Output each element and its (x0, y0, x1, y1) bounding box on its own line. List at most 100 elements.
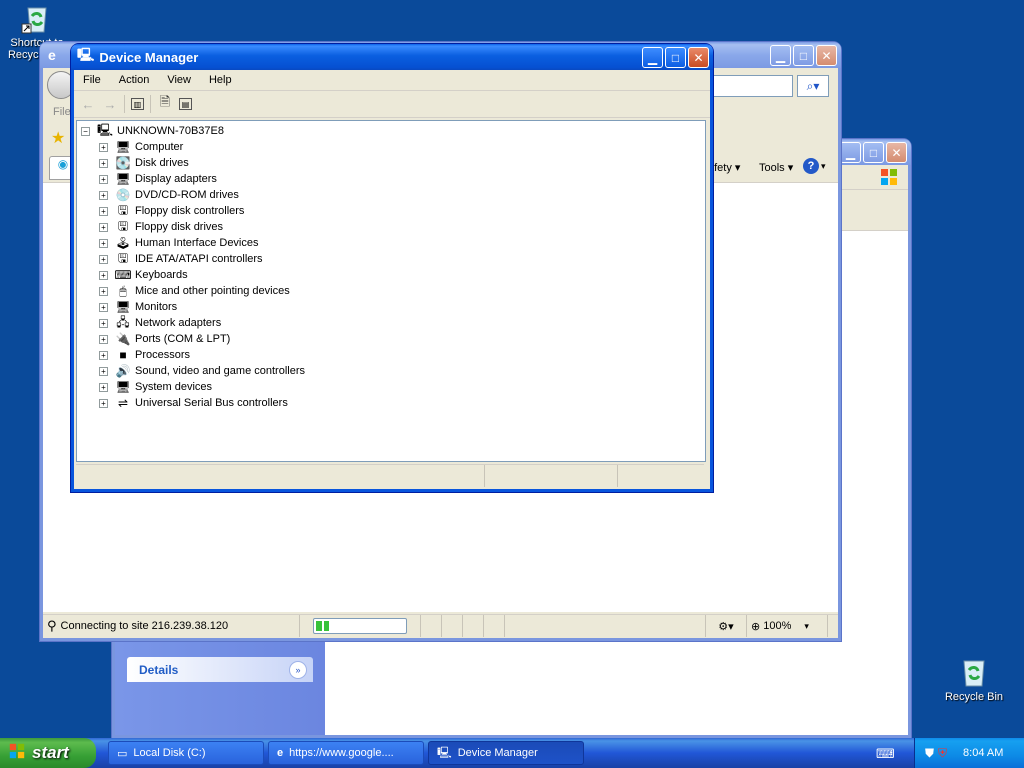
desktop-recycle-bin[interactable]: Recycle Bin (939, 656, 1009, 703)
maximize-button[interactable]: □ (863, 142, 884, 163)
minimize-button[interactable]: ▁ (840, 142, 861, 163)
expand-icon[interactable]: + (99, 254, 108, 264)
security-alert-icon[interactable]: ⛨ (938, 746, 947, 761)
tree-node[interactable]: + ■ Processors (99, 347, 190, 363)
help-icon[interactable]: ▤ (179, 98, 192, 110)
close-button[interactable]: ✕ (816, 45, 837, 66)
expand-icon[interactable]: + (99, 270, 108, 280)
menu-view[interactable]: View (158, 74, 200, 86)
tree-node-label: Universal Serial Bus controllers (135, 397, 288, 409)
windows-flag-icon (8, 742, 26, 765)
search-button[interactable]: ⌕▾ (797, 75, 829, 97)
toolbar: ← → ▥ 🗎 ▤ (74, 91, 710, 118)
collapse-icon[interactable]: − (81, 126, 90, 136)
tree-node[interactable]: + 🔊 Sound, video and game controllers (99, 363, 305, 379)
tree-node-label: Processors (135, 349, 191, 361)
expand-icon[interactable]: + (99, 398, 108, 408)
menu-help[interactable]: Help (200, 74, 241, 86)
zoom-dropdown-icon[interactable]: ▾ (804, 621, 809, 632)
network-icon: 🖧 (116, 314, 130, 329)
tree-node[interactable]: + 🖱 Mice and other pointing devices (99, 283, 290, 299)
expand-icon[interactable]: + (99, 318, 108, 328)
expand-icon[interactable]: + (99, 238, 108, 248)
tree-node-label: Mice and other pointing devices (135, 285, 290, 297)
tree-node[interactable]: + 🖧 Network adapters (99, 315, 221, 331)
details-panel-header[interactable]: Details » (127, 657, 313, 682)
tree-node[interactable]: + 🔌 Ports (COM & LPT) (99, 331, 230, 347)
expand-icon[interactable]: + (99, 302, 108, 312)
computer-icon: 🖳 (437, 746, 452, 759)
window-title: Device Manager (99, 49, 199, 65)
tree-node-label: System devices (135, 381, 213, 393)
recycle-bin-icon (958, 656, 990, 688)
favorites-star-icon[interactable]: ★ (51, 128, 65, 148)
properties-icon[interactable]: 🗎 (157, 94, 173, 112)
expand-icon[interactable]: + (99, 142, 108, 152)
forward-arrow-icon[interactable]: → (102, 96, 118, 112)
expand-icon[interactable]: + (99, 222, 108, 232)
tree-node-label: IDE ATA/ATAPI controllers (135, 253, 263, 265)
menu-action[interactable]: Action (110, 74, 159, 86)
tools-menu[interactable]: Tools ▾ (759, 161, 793, 174)
expand-icon[interactable]: + (99, 206, 108, 216)
tree-node[interactable]: + 🖥 Display adapters (99, 171, 217, 187)
device-manager-window[interactable]: 🖳 Device Manager ▁ □ ✕ File Action View … (71, 44, 713, 492)
tree-node-label: Floppy disk controllers (135, 205, 245, 217)
clock[interactable]: 8:04 AM (963, 747, 1003, 759)
help-dropdown-icon[interactable]: ▾ (821, 161, 826, 172)
close-button[interactable]: ✕ (688, 47, 709, 68)
task-internet-explorer[interactable]: e https://www.google.... (268, 741, 424, 765)
minimize-button[interactable]: ▁ (642, 47, 663, 68)
tree-node[interactable]: + 🖫 IDE ATA/ATAPI controllers (99, 251, 263, 267)
ide-icon: 🖫 (117, 250, 129, 265)
computer-icon: 🖳 (77, 47, 95, 62)
recycle-bin-icon (21, 2, 53, 34)
keyboard-icon[interactable]: ⌨ (876, 746, 895, 762)
back-arrow-icon[interactable]: ← (80, 96, 96, 112)
task-device-manager[interactable]: 🖳 Device Manager (428, 741, 584, 765)
expand-icon[interactable]: + (99, 286, 108, 296)
expand-icon[interactable]: + (99, 366, 108, 376)
menu-file[interactable]: File (53, 106, 71, 118)
expand-icon[interactable]: + (99, 158, 108, 168)
tree-node[interactable]: + 🖥 Monitors (99, 299, 177, 315)
tree-node-label: Monitors (135, 301, 178, 313)
device-tree[interactable]: − 🖳 UNKNOWN-70B37E8 + 🖥 Computer + 💽 Disk dri… (76, 120, 706, 462)
display-icon: 🖥 (115, 172, 131, 186)
zoom-level: 100% (763, 620, 792, 632)
zoom-control[interactable]: ⊕ 100% ▾ (747, 615, 828, 637)
ie-statusbar: ⚲ Connecting to site 216.239.38.120 ⚙▾ ⊕… (43, 614, 838, 637)
tree-node-label: Sound, video and game controllers (135, 365, 305, 377)
show-hide-tree-icon[interactable]: ▥ (131, 98, 144, 110)
expand-icon[interactable]: + (99, 350, 108, 360)
drive-icon: ▭ (117, 747, 128, 760)
chevron-down-icon[interactable]: » (289, 661, 307, 679)
tree-node[interactable]: + 🖥 System devices (99, 379, 212, 395)
start-button[interactable]: start (0, 738, 96, 768)
expand-icon[interactable]: + (99, 382, 108, 392)
tree-root[interactable]: − 🖳 UNKNOWN-70B37E8 (81, 123, 224, 139)
progress-fill (316, 621, 329, 631)
tree-node[interactable]: + ⇌ Universal Serial Bus controllers (99, 395, 288, 411)
tree-node[interactable]: + 🖫 Floppy disk drives (99, 219, 223, 235)
tree-node-label: Display adapters (135, 173, 217, 185)
expand-icon[interactable]: + (99, 334, 108, 344)
tree-node-label: DVD/CD-ROM drives (135, 189, 239, 201)
help-icon[interactable]: ? (803, 158, 819, 174)
expand-icon[interactable]: + (99, 174, 108, 184)
recycle-bin-label: Recycle Bin (944, 691, 1004, 703)
minimize-button[interactable]: ▁ (770, 45, 791, 66)
close-button[interactable]: ✕ (886, 142, 907, 163)
maximize-button[interactable]: □ (793, 45, 814, 66)
task-local-disk[interactable]: ▭ Local Disk (C:) (108, 741, 264, 765)
tree-node[interactable]: + 🖥 Computer (99, 139, 183, 155)
menu-file[interactable]: File (74, 74, 110, 86)
expand-icon[interactable]: + (99, 190, 108, 200)
maximize-button[interactable]: □ (665, 47, 686, 68)
network-icon[interactable]: ⛊ (925, 746, 934, 761)
tree-node[interactable]: + 💽 Disk drives (99, 155, 189, 171)
tree-node-label: Floppy disk drives (135, 221, 224, 233)
security-zone[interactable]: ⚙▾ (706, 615, 747, 637)
tree-node[interactable]: + ⌨ Keyboards (99, 267, 188, 283)
device-manager-titlebar[interactable]: 🖳 Device Manager ▁ □ ✕ (71, 44, 713, 70)
